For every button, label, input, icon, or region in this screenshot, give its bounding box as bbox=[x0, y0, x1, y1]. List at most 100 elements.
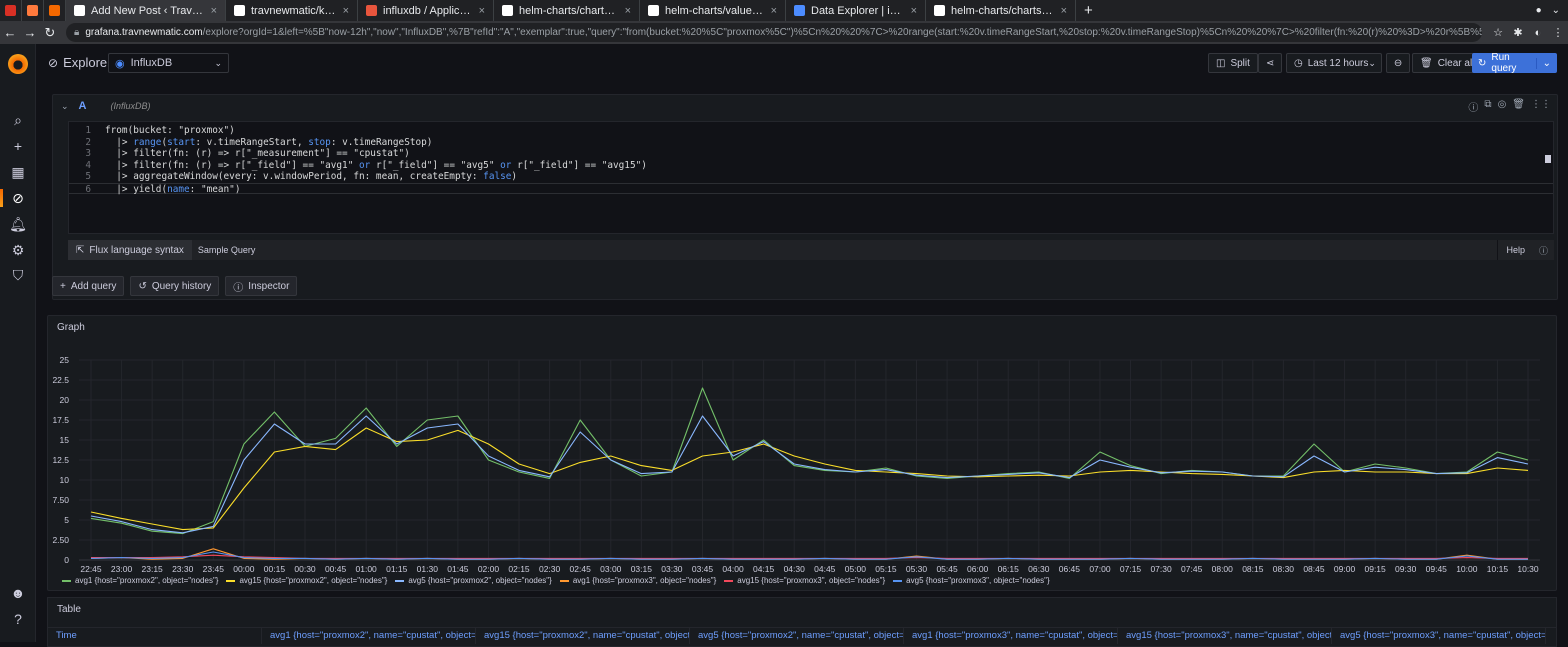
grafana-logo-icon[interactable] bbox=[8, 54, 28, 74]
flux-syntax-link[interactable]: ⇱ Flux language syntax bbox=[68, 240, 192, 260]
sample-query-button[interactable]: Sample Query bbox=[192, 245, 262, 255]
legend-label: avg1 {host="proxmox2", object="nodes"} bbox=[75, 576, 219, 585]
help-button[interactable]: Help bbox=[1497, 240, 1533, 260]
browser-tab[interactable]: helm-charts/charts/kube × bbox=[926, 0, 1076, 21]
close-icon[interactable]: × bbox=[211, 5, 217, 17]
query-row-actions: ⓘ ⧉ ◎ 🗑︎ ⋮⋮ bbox=[1468, 99, 1551, 114]
window-menu-icon[interactable]: ⌄ bbox=[1552, 5, 1560, 16]
x-tick-label: 23:45 bbox=[203, 564, 225, 574]
tab-title: Add New Post ‹ Travis Ne bbox=[91, 4, 205, 17]
profile-avatar-icon[interactable]: ◐ bbox=[1528, 27, 1548, 39]
code-line[interactable]: 4 |> filter(fn: (r) => r["_field"] == "a… bbox=[69, 160, 1553, 172]
share-button[interactable]: ⋖ bbox=[1258, 53, 1282, 73]
close-icon[interactable]: × bbox=[479, 5, 485, 17]
code-line[interactable]: 5 |> aggregateWindow(every: v.windowPeri… bbox=[69, 171, 1553, 183]
code-token: r["_field"] == "avg15") bbox=[511, 159, 647, 171]
inspector-button[interactable]: ⓘ Inspector bbox=[225, 276, 298, 296]
code-line[interactable]: 6 |> yield(name: "mean") bbox=[69, 182, 1553, 195]
browser-tab[interactable] bbox=[0, 0, 22, 21]
drag-handle-icon[interactable]: ⋮⋮ bbox=[1531, 99, 1551, 114]
chevron-down-icon: ⌄ bbox=[214, 57, 222, 68]
back-icon[interactable]: ← bbox=[0, 25, 20, 40]
trash-icon[interactable]: 🗑︎ bbox=[1512, 99, 1525, 114]
copy-icon[interactable]: ⧉ bbox=[1484, 99, 1491, 114]
flux-code-editor[interactable]: 1 from(bucket: "proxmox") 2 |> range(start… bbox=[68, 121, 1554, 234]
extensions-icon[interactable]: ✱ bbox=[1508, 26, 1528, 39]
series-line[interactable] bbox=[90, 415, 1529, 534]
search-icon[interactable]: ⌕ bbox=[9, 111, 27, 129]
x-tick-label: 04:30 bbox=[784, 564, 806, 574]
profile-icon[interactable]: ● bbox=[1536, 5, 1542, 16]
help-icon[interactable]: ⓘ bbox=[1468, 99, 1478, 114]
grafana-sidenav: ⌕ + ▦ ⊘ 🔔︎ ⚙ ⛉ ☻ ? bbox=[0, 44, 36, 642]
code-line[interactable]: 1 from(bucket: "proxmox") bbox=[69, 125, 1553, 137]
collapse-icon[interactable]: ⌄ bbox=[61, 101, 69, 112]
eye-icon[interactable]: ◎ bbox=[1498, 99, 1507, 114]
table-header-row: Time avg1 {host="proxmox2", name="cpustat… bbox=[48, 627, 1556, 644]
url-host: grafana.travnewmatic.com bbox=[85, 27, 203, 38]
series-line[interactable] bbox=[90, 427, 1529, 531]
code-line[interactable]: 3 |> filter(fn: (r) => r["_measurement"]… bbox=[69, 148, 1553, 160]
reload-icon[interactable]: ↻ bbox=[40, 25, 60, 41]
query-ref-id[interactable]: A bbox=[79, 100, 87, 112]
browser-tab[interactable]: helm-charts/charts/kube × bbox=[494, 0, 640, 21]
legend-item[interactable]: avg15 {host="proxmox2", object="nodes"} bbox=[226, 576, 387, 585]
tab-favicon-icon bbox=[502, 5, 513, 16]
x-tick-label: 10:15 bbox=[1487, 564, 1509, 574]
plus-icon[interactable]: + bbox=[9, 137, 27, 155]
url-field[interactable]: 🔒︎ grafana.travnewmatic.com /explore?org… bbox=[66, 23, 1482, 42]
run-query-button[interactable]: ↻ Run query ⌄ bbox=[1472, 52, 1557, 74]
add-query-button[interactable]: + Add query bbox=[52, 276, 125, 296]
close-icon[interactable]: × bbox=[343, 5, 349, 17]
trash-icon: 🗑︎ bbox=[1420, 57, 1433, 69]
new-tab-button[interactable]: + bbox=[1076, 2, 1101, 19]
time-series-chart[interactable]: 0 2.50 5 7.50 10 12.5 15 17.5 20 22.5 25 22:45 23:00… bbox=[48, 316, 1558, 574]
x-tick-label: 06:30 bbox=[1028, 564, 1050, 574]
browser-tab[interactable]: Add New Post ‹ Travis Ne × bbox=[66, 0, 226, 21]
apps-icon[interactable]: ▦ bbox=[9, 163, 27, 181]
series-line[interactable] bbox=[90, 387, 1529, 535]
time-range-picker[interactable]: ◷ Last 12 hours ⌄ bbox=[1286, 53, 1382, 73]
x-tick-label: 00:30 bbox=[294, 564, 316, 574]
close-icon[interactable]: × bbox=[771, 5, 777, 17]
code-token: ) bbox=[511, 171, 518, 182]
browser-tab[interactable]: travnewmatic/k3s-bootst × bbox=[226, 0, 358, 21]
bookmark-star-icon[interactable]: ☆ bbox=[1488, 26, 1508, 39]
legend-item[interactable]: avg15 {host="proxmox3", object="nodes"} bbox=[724, 576, 885, 585]
x-tick-label: 03:00 bbox=[600, 564, 622, 574]
legend-item[interactable]: avg5 {host="proxmox3", object="nodes"} bbox=[893, 576, 1050, 585]
editor-footer: ⇱ Flux language syntax Sample Query Help… bbox=[68, 240, 1554, 260]
browser-menu-icon[interactable]: ⋮ bbox=[1548, 26, 1568, 39]
shield-icon[interactable]: ⛉ bbox=[9, 266, 27, 284]
close-icon[interactable]: × bbox=[1061, 5, 1067, 17]
zoom-out-button[interactable]: ⊖ bbox=[1386, 53, 1410, 73]
datasource-picker[interactable]: ◉ InfluxDB ⌄ bbox=[108, 53, 229, 73]
bell-icon[interactable]: 🔔︎ bbox=[9, 215, 27, 233]
series-line[interactable] bbox=[90, 548, 1528, 560]
forward-icon[interactable]: → bbox=[20, 25, 40, 40]
avatar[interactable]: ☻ bbox=[9, 584, 27, 602]
code-line[interactable]: 2 |> range(start: v.timeRangeStart, stop… bbox=[69, 137, 1553, 149]
split-button[interactable]: ◫ Split bbox=[1208, 53, 1258, 73]
x-tick-label: 06:00 bbox=[967, 564, 989, 574]
browser-tab[interactable] bbox=[22, 0, 44, 21]
chevron-down-icon[interactable]: ⌄ bbox=[1535, 57, 1551, 69]
compass-icon[interactable]: ⊘ bbox=[9, 189, 27, 207]
browser-tab[interactable] bbox=[44, 0, 66, 21]
query-history-button[interactable]: ↺ Query history bbox=[130, 276, 220, 296]
legend-item[interactable]: avg1 {host="proxmox3", object="nodes"} bbox=[559, 576, 716, 585]
x-tick-label: 01:30 bbox=[417, 564, 439, 574]
help-icon[interactable]: ? bbox=[9, 610, 27, 628]
gear-icon[interactable]: ⚙ bbox=[9, 241, 27, 259]
browser-tab[interactable]: Data Explorer | influxdata × bbox=[786, 0, 926, 21]
close-icon[interactable]: × bbox=[625, 5, 631, 17]
browser-tab[interactable]: helm-charts/values.yaml × bbox=[640, 0, 786, 21]
legend-item[interactable]: avg5 {host="proxmox2", object="nodes"} bbox=[395, 576, 552, 585]
y-tick-label: 12.5 bbox=[52, 455, 69, 465]
browser-tab[interactable]: influxdb / Applications - A × bbox=[358, 0, 494, 21]
info-icon[interactable]: ⓘ bbox=[1533, 244, 1554, 257]
close-icon[interactable]: × bbox=[911, 5, 917, 17]
x-tick-label: 23:15 bbox=[142, 564, 164, 574]
legend-item[interactable]: avg1 {host="proxmox2", object="nodes"} bbox=[62, 576, 218, 585]
history-icon: ↺ bbox=[138, 280, 147, 292]
